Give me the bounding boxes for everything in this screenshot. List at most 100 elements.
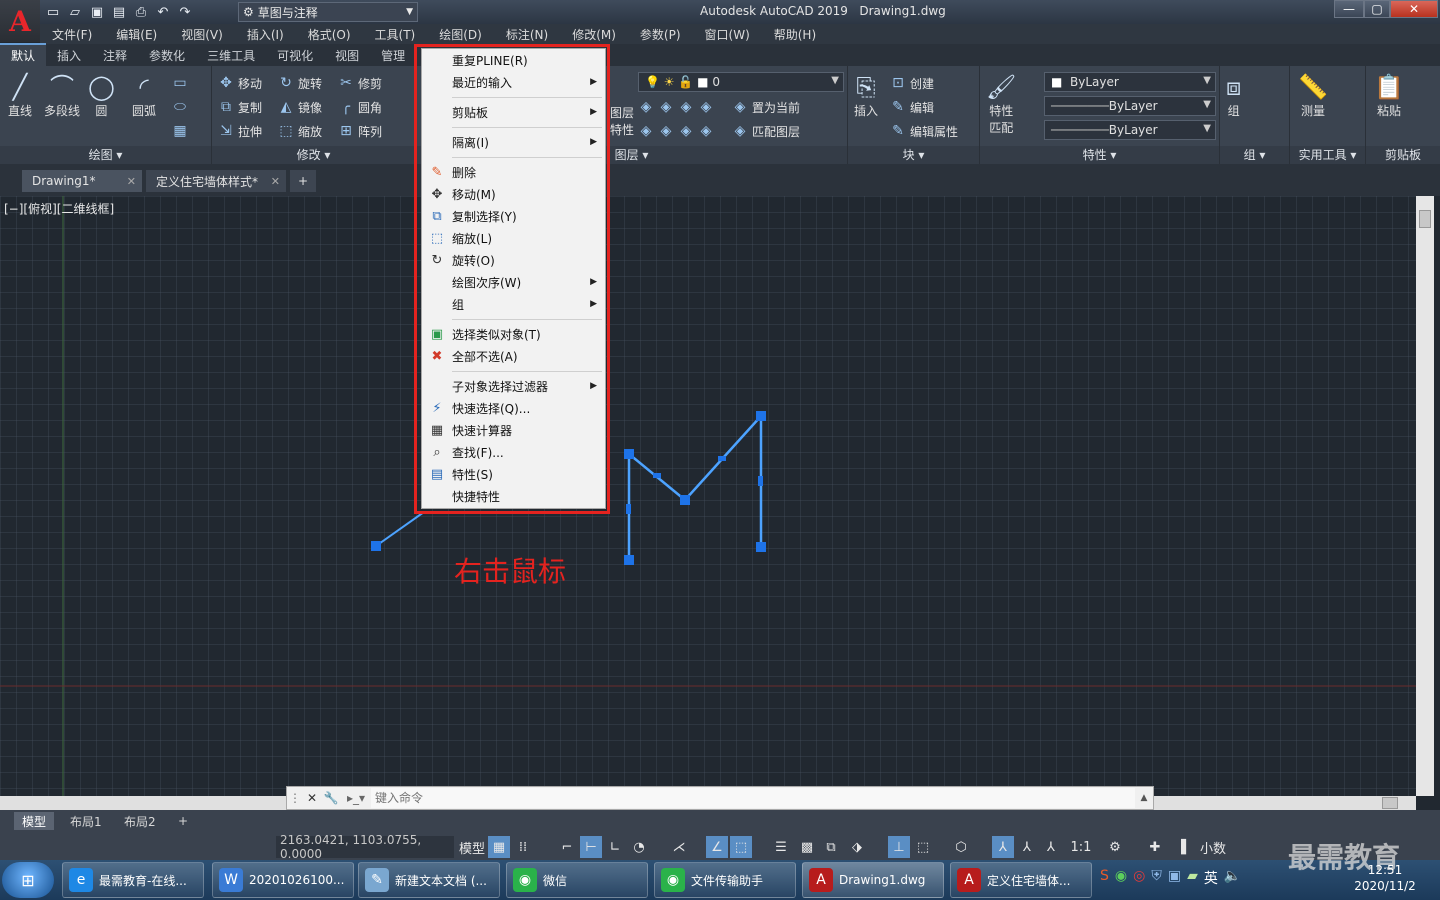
sogou-ime-icon[interactable]: S bbox=[1100, 868, 1109, 888]
layout-tab-model[interactable]: 模型 bbox=[14, 812, 55, 830]
grid-icon[interactable]: ▦ bbox=[488, 836, 510, 858]
command-prompt-icon[interactable]: ▸_▾ bbox=[341, 791, 371, 805]
gizmo-icon[interactable]: ⬡ bbox=[950, 836, 972, 858]
layer-tools-row-2[interactable]: ◈ ◈ ◈ ◈ bbox=[638, 120, 714, 142]
tab-visualize[interactable]: 可视化 bbox=[266, 45, 324, 66]
menu-modify[interactable]: 修改(M) bbox=[560, 26, 628, 43]
dynamic-input-icon[interactable]: ⊢ bbox=[580, 836, 602, 858]
menu-tools[interactable]: 工具(T) bbox=[363, 26, 428, 43]
menu-edit[interactable]: 编辑(E) bbox=[104, 26, 169, 43]
menu-item-select-similar[interactable]: ▣ 选择类似对象(T) bbox=[422, 323, 607, 345]
system-clock[interactable]: 12:51 2020/11/2 bbox=[1350, 862, 1420, 894]
scroll-thumb[interactable] bbox=[1382, 797, 1398, 809]
array-tool[interactable]: ⊞ 阵列 bbox=[338, 120, 382, 142]
layout-tab-layout2[interactable]: 布局2 bbox=[116, 812, 164, 830]
taskbar-item-autocad-drawing1[interactable]: A Drawing1.dwg bbox=[802, 862, 944, 898]
units-icon[interactable]: ▐ bbox=[1170, 836, 1192, 858]
menu-item-quick-select[interactable]: ⚡ 快速选择(Q)... bbox=[422, 397, 607, 419]
menu-item-erase[interactable]: ✎ 删除 bbox=[422, 161, 607, 183]
taskbar-item-file-transfer[interactable]: ◉ 文件传输助手 bbox=[654, 862, 796, 898]
viewport-label[interactable]: [−][俯视][二维线框] bbox=[4, 200, 114, 217]
wrench-icon[interactable]: 🔧 bbox=[321, 791, 341, 805]
new-file-icon[interactable]: ▭ bbox=[44, 3, 62, 21]
match-layer-button[interactable]: ◈ 匹配图层 bbox=[732, 120, 800, 142]
edit-attributes-button[interactable]: ✎ 编辑属性 bbox=[890, 120, 958, 142]
add-layout-button[interactable]: + bbox=[170, 812, 196, 830]
object-snap-tracking-icon[interactable]: ∠ bbox=[706, 836, 728, 858]
edit-block-button[interactable]: ✎ 编辑 bbox=[890, 96, 934, 118]
copy-tool[interactable]: ⧉ 复制 bbox=[218, 96, 262, 118]
annotation-scale-icon[interactable]: ⅄ bbox=[1040, 836, 1062, 858]
infer-constraints-icon[interactable]: ⌐ bbox=[556, 836, 578, 858]
menu-dimension[interactable]: 标注(N) bbox=[494, 26, 560, 43]
tab-insert[interactable]: 插入 bbox=[46, 45, 92, 66]
tab-parametric[interactable]: 参数化 bbox=[138, 45, 196, 66]
start-button[interactable]: ⊞ bbox=[2, 862, 54, 898]
transparency-icon[interactable]: ▩ bbox=[796, 836, 818, 858]
arc-tool[interactable]: ◜ 圆弧 bbox=[132, 72, 156, 119]
mirror-tool[interactable]: ◭ 镜像 bbox=[278, 96, 322, 118]
create-block-button[interactable]: ⊡ 创建 bbox=[890, 72, 934, 94]
draw-panel-title[interactable]: 绘图 ▾ bbox=[0, 146, 211, 164]
menu-file[interactable]: 文件(F) bbox=[40, 26, 104, 43]
taskbar-item-wechat[interactable]: ◉ 微信 bbox=[506, 862, 648, 898]
taskbar-item-notepad[interactable]: ✎ 新建文本文档 (... bbox=[358, 862, 500, 898]
insert-block-tool[interactable]: ⎘ 插入 bbox=[854, 72, 878, 119]
open-folder-icon[interactable]: ▱ bbox=[66, 3, 84, 21]
lineweight-icon[interactable]: ☰ bbox=[770, 836, 792, 858]
maximize-button[interactable]: ▢ bbox=[1364, 0, 1390, 18]
polyline-tool[interactable]: ⌒ 多段线 bbox=[44, 72, 80, 119]
undo-icon[interactable]: ↶ bbox=[154, 3, 172, 21]
linetype-dropdown[interactable]: ──────── ByLayer ▼ bbox=[1044, 96, 1216, 116]
utilities-panel-title[interactable]: 实用工具 ▾ bbox=[1290, 146, 1365, 164]
menu-item-group[interactable]: 组 ▶ bbox=[422, 293, 607, 315]
color-dropdown[interactable]: ■ ByLayer ▼ bbox=[1044, 72, 1216, 92]
line-tool[interactable]: ╱ 直线 bbox=[8, 72, 32, 119]
weibo-icon[interactable]: ◎ bbox=[1133, 868, 1145, 888]
set-current-layer-button[interactable]: ◈ 置为当前 bbox=[732, 96, 800, 118]
selection-filter-icon[interactable]: ⬚ bbox=[912, 836, 934, 858]
layer-dropdown[interactable]: 💡 ☀ 🔓 ■ 0 ▼ bbox=[638, 72, 844, 92]
menu-item-deselect-all[interactable]: ✖ 全部不选(A) bbox=[422, 345, 607, 367]
autocad-logo-button[interactable]: A bbox=[0, 0, 40, 42]
object-snap-icon[interactable]: ⬚ bbox=[730, 836, 752, 858]
modify-panel-title[interactable]: 修改 ▾ bbox=[212, 146, 415, 164]
properties-panel-title[interactable]: 特性 ▾ bbox=[980, 146, 1219, 164]
tab-view[interactable]: 视图 bbox=[324, 45, 370, 66]
menu-insert[interactable]: 插入(I) bbox=[235, 26, 296, 43]
workspace-selector[interactable]: ⚙ 草图与注释 ▼ bbox=[238, 2, 418, 22]
menu-format[interactable]: 格式(O) bbox=[296, 26, 363, 43]
group-tool[interactable]: ⧈ 组 bbox=[1226, 72, 1241, 119]
tab-3d-tools[interactable]: 三维工具 bbox=[196, 45, 266, 66]
menu-parametric[interactable]: 参数(P) bbox=[628, 26, 693, 43]
hatch-tool[interactable]: ▦ bbox=[172, 120, 188, 142]
menu-item-recent-input[interactable]: 最近的输入 ▶ bbox=[422, 71, 607, 93]
save-as-icon[interactable]: ▤ bbox=[110, 3, 128, 21]
doc-tab-wall-style[interactable]: 定义住宅墙体样式* ✕ bbox=[146, 170, 286, 192]
close-icon[interactable]: ✕ bbox=[303, 791, 321, 805]
layer-tools-row-1[interactable]: ◈ ◈ ◈ ◈ bbox=[638, 96, 714, 118]
groups-panel-title[interactable]: 组 ▾ bbox=[1220, 146, 1289, 164]
doc-tab-drawing1[interactable]: Drawing1* ✕ bbox=[22, 170, 142, 192]
annotation-scale-dropdown[interactable]: 1:1 bbox=[1064, 836, 1098, 858]
rotate-tool[interactable]: ↻ 旋转 bbox=[278, 72, 322, 94]
grip-handle-icon[interactable]: ⋮ bbox=[287, 791, 303, 805]
model-space-button[interactable]: 模型 bbox=[458, 836, 486, 858]
menu-item-draw-order[interactable]: 绘图次序(W) ▶ bbox=[422, 271, 607, 293]
save-icon[interactable]: ▣ bbox=[88, 3, 106, 21]
menu-item-clipboard[interactable]: 剪贴板 ▶ bbox=[422, 101, 607, 123]
menu-view[interactable]: 视图(V) bbox=[169, 26, 235, 43]
tab-manage[interactable]: 管理 bbox=[370, 45, 416, 66]
rectangle-tool[interactable]: ▭ bbox=[172, 72, 188, 94]
annotation-visibility-icon[interactable]: ⅄ bbox=[992, 836, 1014, 858]
menu-item-quick-calc[interactable]: ▦ 快速计算器 bbox=[422, 419, 607, 441]
shield-icon[interactable]: ⛨ bbox=[1151, 868, 1162, 888]
plus-icon[interactable]: ✚ bbox=[1144, 836, 1166, 858]
snap-icon[interactable]: ⁞⁞ bbox=[512, 836, 534, 858]
coordinates-readout[interactable]: 2163.0421, 1103.0755, 0.0000 bbox=[276, 833, 454, 861]
selection-cycling-icon[interactable]: ⧉ bbox=[820, 836, 842, 858]
polar-tracking-icon[interactable]: ◔ bbox=[628, 836, 650, 858]
match-properties-tool[interactable]: 🖌 特性 匹配 bbox=[986, 72, 1016, 136]
menu-item-subobject-filter[interactable]: 子对象选择过滤器 ▶ bbox=[422, 375, 607, 397]
menu-item-rotate[interactable]: ↻ 旋转(O) bbox=[422, 249, 607, 271]
